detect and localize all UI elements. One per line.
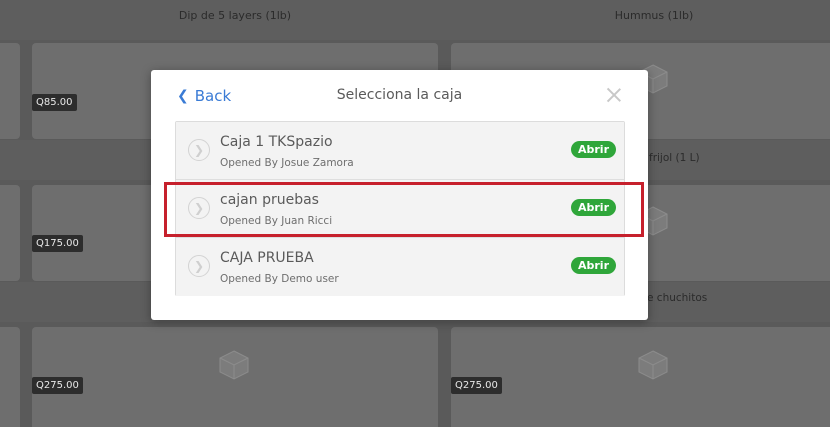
close-icon[interactable] [606,87,622,103]
product-tile [0,43,20,139]
chevron-right-icon: ❯ [188,255,210,277]
caja-opened-by: Opened By Demo user [220,273,339,285]
product-label: Hummus (1lb) [614,9,694,22]
price-tag: Q275.00 [451,377,502,394]
price-tag: Q85.00 [32,94,77,111]
abrir-button[interactable]: Abrir [570,257,616,274]
caja-list-item[interactable]: ❯ cajan pruebas Opened By Juan Ricci Abr… [176,180,624,238]
abrir-button[interactable]: Abrir [570,141,616,158]
product-label: e chuchitos [647,292,708,304]
caja-list-item[interactable]: ❯ Caja 1 TKSpazio Opened By Josue Zamora… [176,122,624,180]
caja-opened-by: Opened By Juan Ricci [220,215,333,227]
caja-name: cajan pruebas [220,192,319,208]
product-tile [0,185,20,281]
product-label: frijol (1 L) [649,152,700,164]
chevron-right-icon: ❯ [188,139,210,161]
modal-title: Selecciona la caja [336,87,463,103]
chevron-right-icon: ❯ [188,197,210,219]
select-caja-modal: ❮ Back Selecciona la caja ❯ Caja 1 TKSpa… [151,70,648,320]
abrir-button[interactable]: Abrir [570,199,616,216]
caja-name: CAJA PRUEBA [220,250,314,266]
product-tile [0,327,20,427]
price-tag: Q175.00 [32,235,83,252]
box-icon [638,350,668,380]
product-label: Dip de 5 layers (1lb) [178,9,292,22]
top-label-strip: Dip de 5 layers (1lb) Hummus (1lb) [0,0,830,40]
caja-name: Caja 1 TKSpazio [220,134,333,150]
caja-opened-by: Opened By Josue Zamora [220,157,354,169]
caja-list: ❯ Caja 1 TKSpazio Opened By Josue Zamora… [175,121,625,296]
modal-header: ❮ Back Selecciona la caja [151,70,648,122]
price-tag: Q275.00 [32,377,83,394]
caja-list-item[interactable]: ❯ CAJA PRUEBA Opened By Demo user Abrir [176,238,624,296]
box-icon [219,350,249,380]
